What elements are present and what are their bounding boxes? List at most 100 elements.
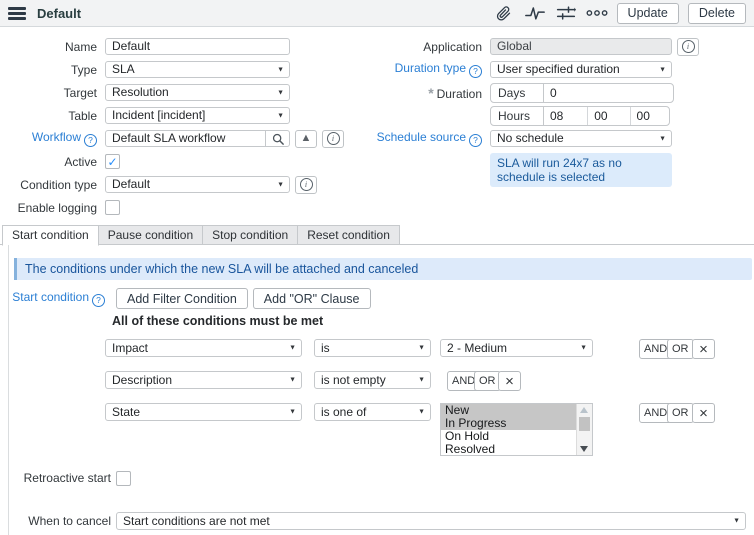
scroll-down-icon[interactable] [580,446,588,452]
help-icon[interactable]: ? [469,65,482,78]
form-body: Name Default Type SLA ▼ Target Resolution… [0,28,754,219]
chevron-down-icon: ▼ [580,344,587,352]
add-filter-condition-button[interactable]: Add Filter Condition [116,288,248,309]
name-input[interactable]: Default [105,38,290,55]
listbox-scrollbar[interactable] [576,404,592,455]
application-info-button[interactable]: i [677,37,699,56]
duration-days-group: Days 0 [490,82,674,103]
chevron-down-icon: ▼ [289,344,296,352]
field-row-duration-hours: Hours 08 00 00 [376,104,754,127]
type-select[interactable]: SLA ▼ [105,61,290,78]
duration-seconds-input[interactable]: 00 [631,107,669,125]
condition2-or-button[interactable]: OR [474,371,501,391]
enable-logging-checkbox[interactable] [105,200,120,215]
chevron-down-icon: ▼ [418,408,425,416]
when-to-cancel-select[interactable]: Start conditions are not met ▼ [116,512,746,530]
delete-button[interactable]: Delete [687,2,746,24]
chevron-down-icon: ▼ [418,376,425,384]
condition3-field-select[interactable]: State ▼ [105,403,302,421]
field-row-active: Active ✓ [0,150,376,173]
record-title: Default [37,5,82,21]
condition1-operator-select[interactable]: is ▼ [314,339,431,357]
info-icon: i [326,132,340,145]
condition1-or-button[interactable]: OR [667,339,694,359]
condition-type-select[interactable]: Default ▼ [105,176,290,193]
field-row-condition-type: Condition type Default ▼ i [0,173,376,196]
scroll-up-icon[interactable] [580,407,588,413]
help-icon[interactable]: ? [92,294,105,307]
condition-tabs: Start condition Pause condition Stop condi… [0,225,754,246]
retroactive-start-checkbox[interactable] [116,470,131,486]
field-row-table: Table Incident [incident] ▼ [0,104,376,127]
condition-type-info-button[interactable]: i [295,175,317,194]
reference-lookup-button[interactable] [265,131,289,146]
conditions-info-message: The conditions under which the new SLA w… [14,258,752,280]
field-row-schedule-source: Schedule source? No schedule ▼ [376,127,754,150]
duration-type-select[interactable]: User specified duration ▼ [490,61,672,78]
tab-start-condition[interactable]: Start condition [2,225,99,246]
required-icon: * [428,84,434,101]
condition2-field-select[interactable]: Description ▼ [105,371,302,389]
scrollbar-thumb[interactable] [579,417,590,431]
add-or-clause-button[interactable]: Add "OR" Clause [252,288,371,309]
duration-hours-input[interactable]: 08 [544,106,589,125]
retroactive-start-row: Retroactive start [9,470,754,486]
when-to-cancel-label: When to cancel [28,514,111,528]
condition3-delete-button[interactable]: × [692,403,715,423]
condition3-value-listbox[interactable]: New In Progress On Hold Resolved [440,403,593,456]
condition1-value-select[interactable]: 2 - Medium ▼ [440,339,593,357]
duration-type-label: Duration type? [376,61,490,78]
table-select[interactable]: Incident [incident] ▼ [105,107,290,124]
type-label: Type [70,62,97,77]
close-icon: × [699,404,708,422]
all-conditions-text: All of these conditions must be met [112,314,324,328]
warning-icon: ▲ [300,132,312,144]
tab-reset-condition[interactable]: Reset condition [298,225,400,245]
workflow-reference-input[interactable]: Default SLA workflow [105,130,290,147]
attachment-icon[interactable] [493,3,515,23]
duration-minutes-input[interactable]: 00 [588,106,631,125]
start-condition-label: Start condition? [9,290,105,307]
duration-days-input[interactable]: 0 [544,84,673,102]
retroactive-start-label: Retroactive start [23,471,111,485]
more-options-icon[interactable] [586,3,608,23]
close-icon: × [505,372,514,390]
start-condition-row: Start condition? Add Filter Condition Ad… [9,288,754,309]
chevron-down-icon: ▼ [277,66,284,73]
schedule-source-select[interactable]: No schedule ▼ [490,130,672,147]
condition-row-3: State ▼ is one of ▼ New In Progress On Hol… [9,403,754,456]
form-context-menu-icon[interactable] [8,6,26,20]
condition2-delete-button[interactable]: × [498,371,521,391]
application-field: Global [490,38,672,55]
chevron-down-icon: ▼ [277,112,284,119]
close-icon: × [699,340,708,358]
active-checkbox[interactable]: ✓ [105,154,120,169]
target-select[interactable]: Resolution ▼ [105,84,290,101]
help-icon[interactable]: ? [469,134,482,147]
workflow-warning-button[interactable]: ▲ [295,129,317,148]
tab-pause-condition[interactable]: Pause condition [98,225,204,245]
condition3-operator-select[interactable]: is one of ▼ [314,403,431,421]
checkmark-icon: ✓ [107,154,118,169]
condition3-or-button[interactable]: OR [667,403,694,423]
field-row-schedule-note: SLA will run 24x7 as no schedule is sele… [376,153,754,189]
tab-stop-condition[interactable]: Stop condition [203,225,299,245]
schedule-source-label: Schedule source? [376,130,490,147]
condition1-delete-button[interactable]: × [692,339,715,359]
workflow-label: Workflow? [0,130,105,147]
form-column-left: Name Default Type SLA ▼ Target Resolution… [0,35,376,219]
listbox-option-resolved[interactable]: Resolved [441,443,592,456]
personalize-form-icon[interactable] [555,3,577,23]
activity-stream-icon[interactable] [524,3,546,23]
condition1-field-select[interactable]: Impact ▼ [105,339,302,357]
workflow-preview-button[interactable]: i [322,129,344,148]
chevron-down-icon: ▼ [659,66,666,73]
field-row-duration-type: Duration type? User specified duration ▼ [376,58,754,81]
update-button[interactable]: Update [616,2,679,24]
help-icon[interactable]: ? [84,134,97,147]
schedule-note: SLA will run 24x7 as no schedule is sele… [490,153,672,187]
when-to-cancel-row: When to cancel Start conditions are not … [9,512,754,530]
condition2-operator-select[interactable]: is not empty ▼ [314,371,431,389]
field-row-duration-days: * Duration Days 0 [376,81,754,104]
sla-definition-form: Default Update Delete Name Default Type … [0,0,754,535]
